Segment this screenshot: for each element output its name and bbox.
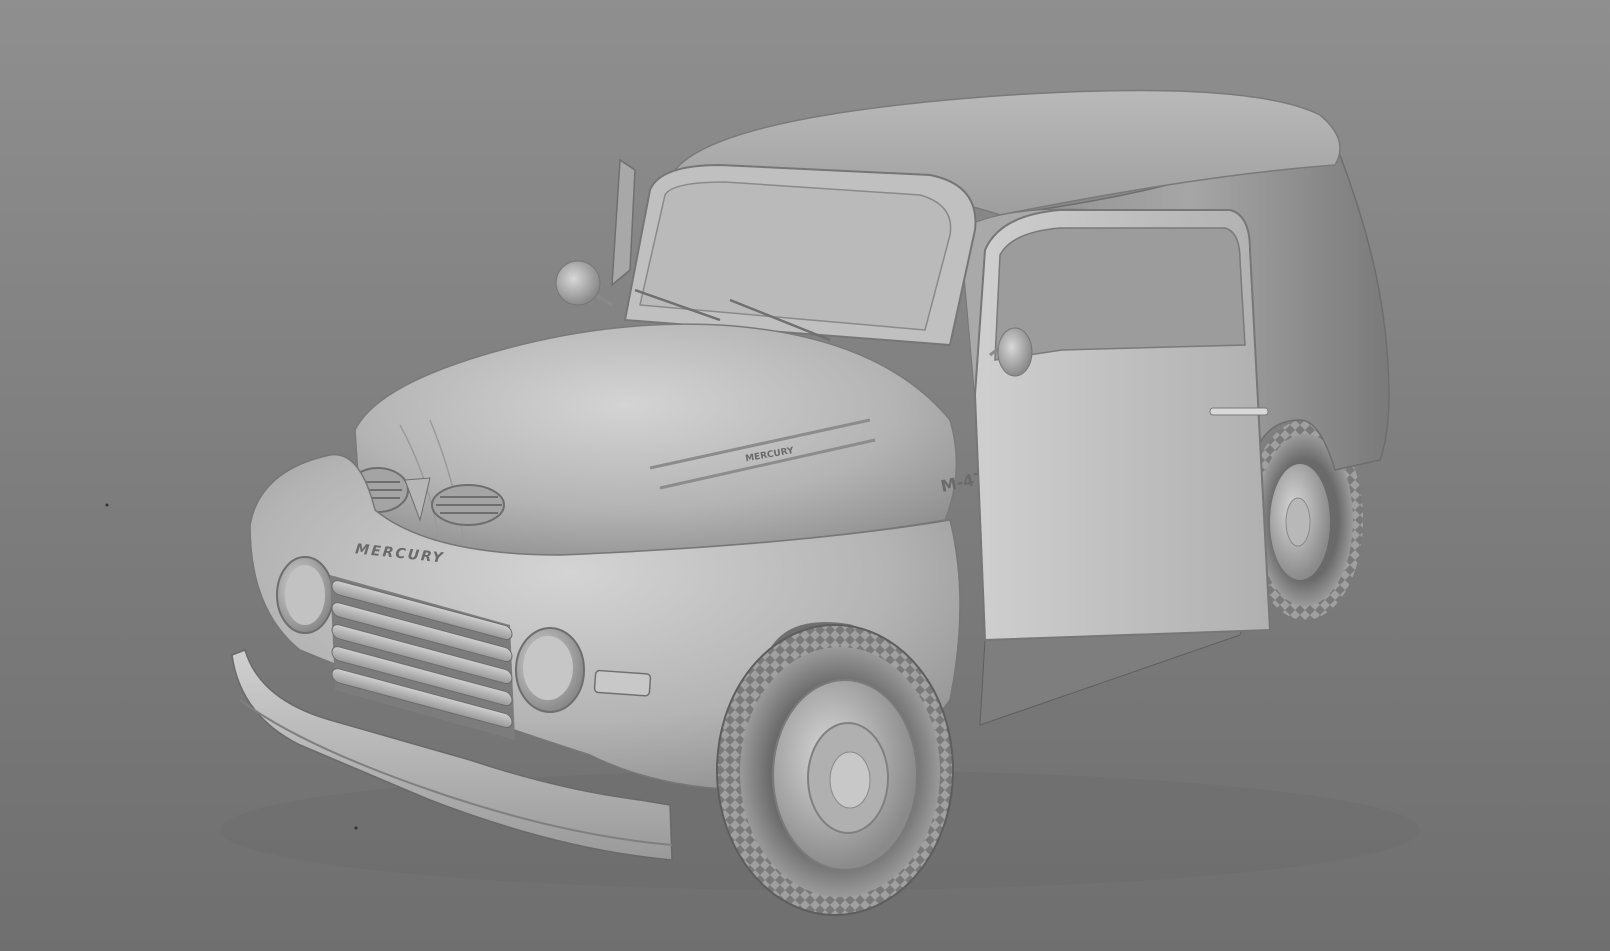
door-window-opening — [994, 227, 1246, 361]
truck-render: MERCURY M-47 MERCURY — [105, 89, 1420, 916]
open-door[interactable] — [973, 209, 1272, 642]
headlight-left — [276, 556, 334, 634]
parking-light — [593, 669, 652, 697]
render-speck — [105, 503, 109, 507]
door-handle[interactable] — [1209, 407, 1269, 416]
left-mirror — [555, 260, 613, 307]
vent-window — [611, 158, 636, 287]
headlight-right — [515, 627, 585, 713]
render-speck — [354, 826, 358, 830]
3d-render-viewport: MERCURY M-47 MERCURY — [0, 0, 1610, 951]
front-wheel — [716, 624, 954, 916]
